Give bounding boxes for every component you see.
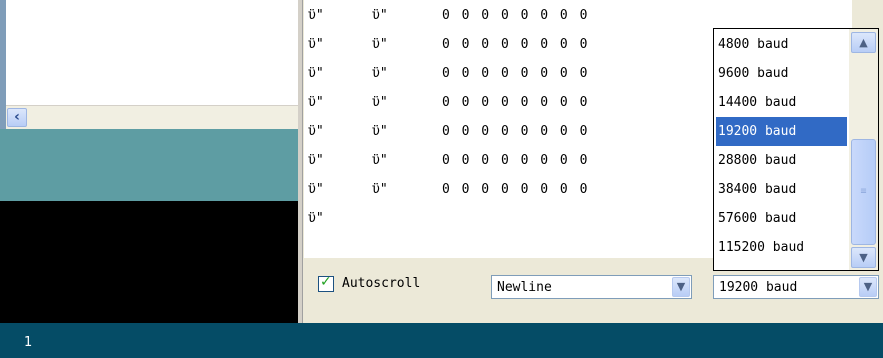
baud-option-label: 57600 baud	[718, 211, 797, 226]
output-line: ϋ" ϋ" 0 0 0 0 0 0 0 0	[306, 0, 726, 29]
status-bar: 1	[0, 323, 883, 358]
output-line: ϋ" ϋ" 0 0 0 0 0 0 0 0	[306, 58, 726, 87]
output-line: ϋ" ϋ" 0 0 0 0 0 0 0 0	[306, 116, 726, 145]
output-char-b: ϋ"	[372, 182, 388, 197]
output-line: ϋ" ϋ" 0 0 0 0 0 0 0 0	[306, 87, 726, 116]
output-zeros: 0 0 0 0 0 0 0 0	[442, 66, 590, 81]
baud-option-label: 38400 baud	[718, 182, 797, 197]
chevron-down-icon[interactable]: ▼	[672, 277, 690, 297]
baud-option[interactable]: 115200 baud	[716, 233, 847, 262]
baud-option[interactable]: 9600 baud	[716, 59, 847, 88]
horizontal-scrollbar[interactable]: ‹	[6, 105, 298, 129]
autoscroll-label[interactable]: Autoscroll	[342, 276, 420, 291]
baud-option-label: 28800 baud	[718, 153, 797, 168]
output-char-a: ϋ"	[308, 182, 324, 197]
output-char-a: ϋ"	[308, 124, 324, 139]
dropdown-vertical-scrollbar[interactable]: ▲ ≡ ▼	[849, 29, 878, 270]
output-line: ϋ"	[306, 203, 726, 232]
output-zeros: 0 0 0 0 0 0 0 0	[442, 95, 590, 110]
output-char-a: ϋ"	[308, 153, 324, 168]
output-char-b: ϋ"	[372, 8, 388, 23]
line-ending-select[interactable]: Newline ▼	[491, 275, 692, 299]
output-char-b: ϋ"	[372, 37, 388, 52]
baud-rate-value: 19200 baud	[719, 280, 798, 295]
baud-rate-dropdown-list[interactable]: 4800 baud 9600 baud 14400 baud 19200 bau…	[713, 28, 879, 271]
editor-text-area[interactable]	[0, 0, 298, 105]
line-number: 1	[24, 335, 33, 350]
console-area	[0, 201, 298, 323]
baud-option[interactable]: 14400 baud	[716, 88, 847, 117]
output-line: ϋ" ϋ" 0 0 0 0 0 0 0 0	[306, 145, 726, 174]
baud-option-selected[interactable]: 19200 baud	[716, 117, 847, 146]
baud-option[interactable]: 57600 baud	[716, 204, 847, 233]
output-char-a: ϋ"	[308, 37, 324, 52]
chevron-left-icon[interactable]: ‹	[7, 108, 27, 127]
output-char-b: ϋ"	[372, 124, 388, 139]
serial-monitor-edge	[298, 0, 303, 323]
autoscroll-checkbox[interactable]: ✓	[318, 274, 334, 292]
baud-option-label: 115200 baud	[718, 240, 805, 255]
line-ending-value: Newline	[497, 280, 552, 295]
output-zeros: 0 0 0 0 0 0 0 0	[442, 182, 590, 197]
output-char-b: ϋ"	[372, 153, 388, 168]
output-zeros: 0 0 0 0 0 0 0 0	[442, 37, 590, 52]
output-char-a: ϋ"	[308, 8, 324, 23]
baud-option-label: 4800 baud	[718, 37, 789, 52]
output-char-a: ϋ"	[308, 211, 324, 226]
output-line: ϋ" ϋ" 0 0 0 0 0 0 0 0	[306, 29, 726, 58]
output-zeros: 0 0 0 0 0 0 0 0	[442, 124, 590, 139]
chevron-down-icon[interactable]: ▼	[859, 277, 877, 297]
chevron-up-icon[interactable]: ▲	[851, 32, 876, 53]
output-char-a: ϋ"	[308, 95, 324, 110]
message-header-band	[0, 129, 298, 201]
output-line: ϋ" ϋ" 0 0 0 0 0 0 0 0	[306, 174, 726, 203]
baud-option[interactable]: 28800 baud	[716, 146, 847, 175]
output-char-b: ϋ"	[372, 95, 388, 110]
baud-rate-select[interactable]: 19200 baud ▼	[713, 275, 879, 299]
scrollbar-thumb[interactable]: ≡	[851, 139, 876, 245]
baud-option-label: 14400 baud	[718, 95, 797, 110]
output-char-b: ϋ"	[372, 66, 388, 81]
output-char-a: ϋ"	[308, 66, 324, 81]
baud-option[interactable]: 38400 baud	[716, 175, 847, 204]
output-zeros: 0 0 0 0 0 0 0 0	[442, 153, 590, 168]
baud-option-label: 9600 baud	[718, 66, 789, 81]
baud-option[interactable]: 4800 baud	[716, 30, 847, 59]
baud-option-label: 19200 baud	[718, 124, 797, 139]
chevron-down-icon[interactable]: ▼	[851, 247, 876, 268]
output-zeros: 0 0 0 0 0 0 0 0	[442, 8, 590, 23]
editor-pane: ‹	[0, 0, 298, 323]
checkmark-icon: ✓	[320, 274, 332, 290]
